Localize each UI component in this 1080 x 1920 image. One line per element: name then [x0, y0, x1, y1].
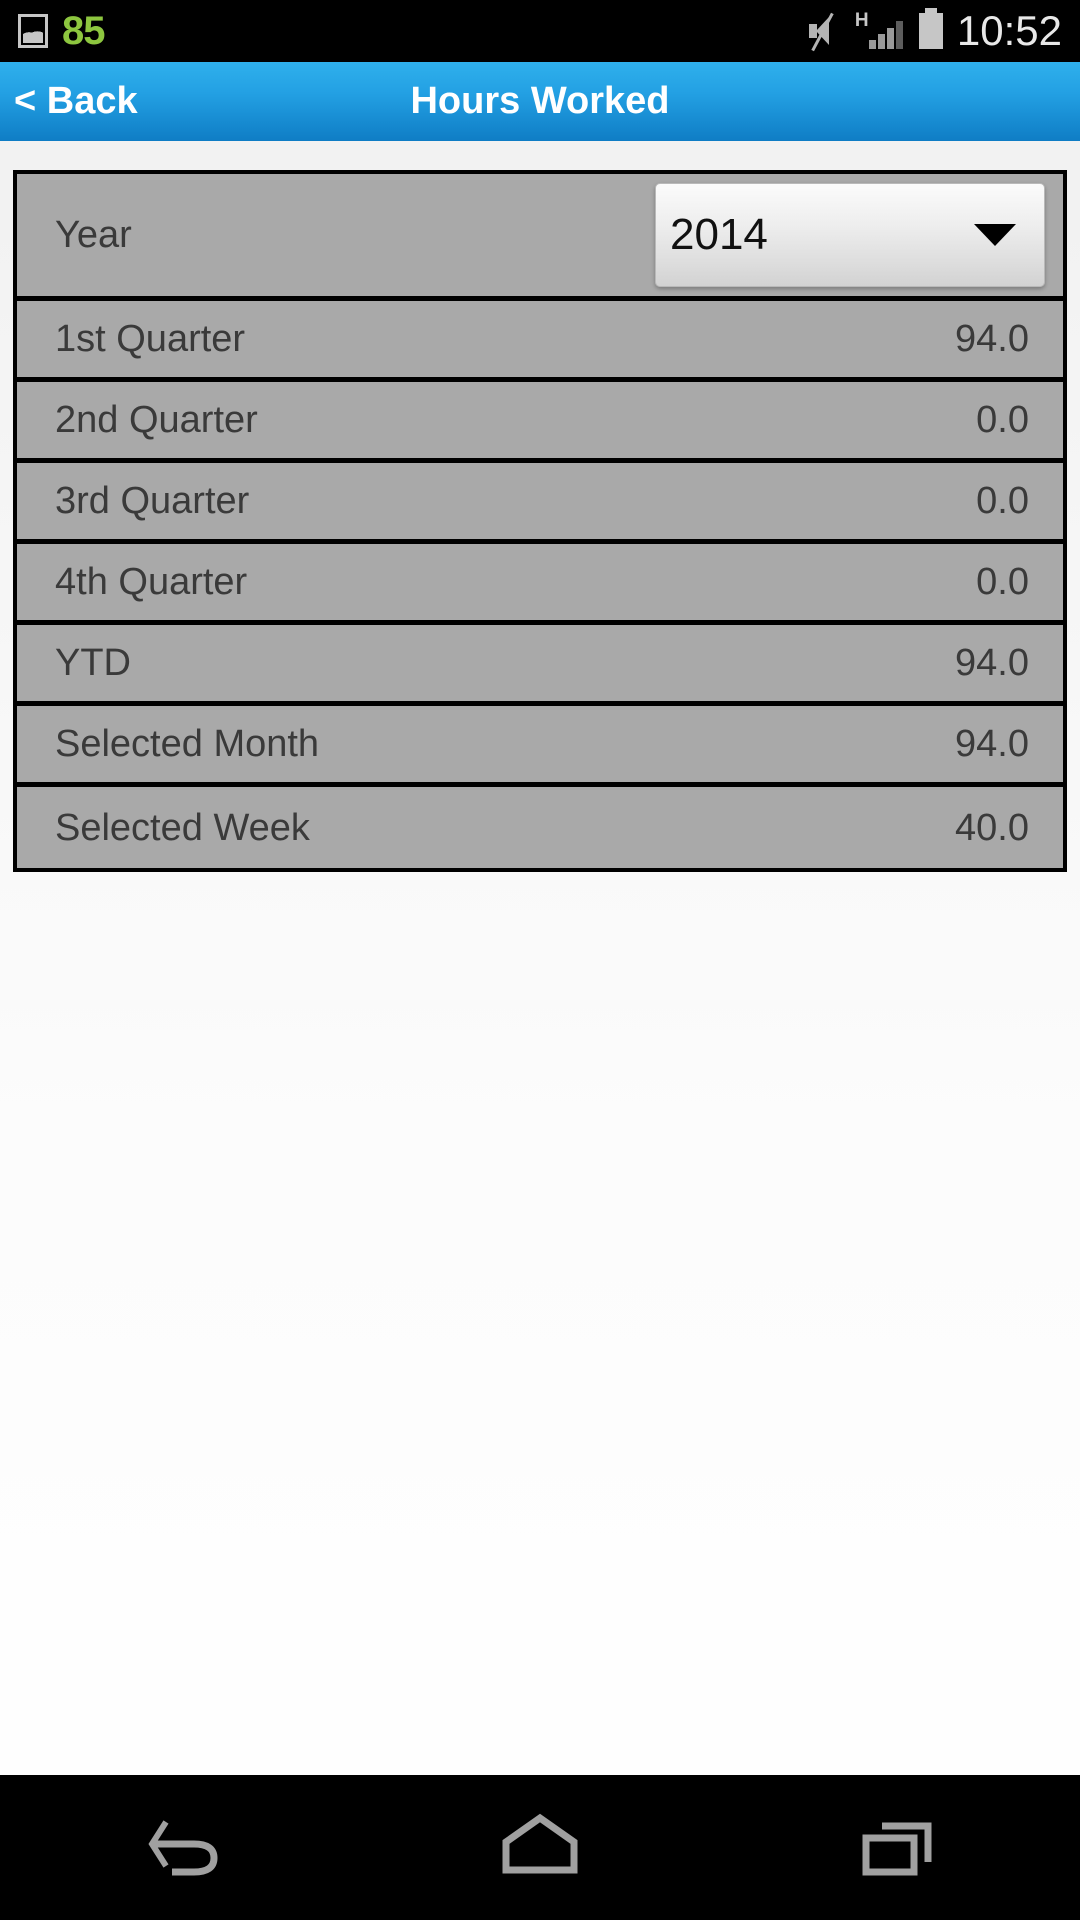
year-select-value: 2014: [670, 210, 768, 259]
row-value: 0.0: [976, 399, 1029, 441]
table-row[interactable]: Selected Week 40.0: [17, 787, 1063, 868]
signal-bar-group: [868, 21, 903, 49]
signal-type-label: H: [854, 10, 869, 31]
status-bar: 85 H 10:52: [0, 0, 1080, 62]
row-label: YTD: [55, 642, 131, 684]
phone-screen: 85 H 10:52 < Back Hours Worked Year 2014…: [0, 0, 1080, 1920]
hours-worked-list: Year 2014 1st Quarter 94.0 2nd Quarter 0.0 3…: [13, 170, 1067, 872]
notification-count: 85: [62, 9, 105, 53]
data-rows-container: 1st Quarter 94.0 2nd Quarter 0.0 3rd Quarter…: [17, 301, 1063, 868]
row-label: Selected Week: [55, 806, 310, 849]
recent-apps-icon: [852, 1808, 948, 1888]
row-label: 3rd Quarter: [55, 480, 250, 522]
table-row[interactable]: 1st Quarter 94.0: [17, 301, 1063, 382]
row-value: 40.0: [955, 806, 1029, 849]
year-label: Year: [55, 214, 132, 256]
row-value: 0.0: [976, 561, 1029, 603]
nav-recents-button[interactable]: [800, 1775, 1000, 1920]
row-value: 94.0: [955, 642, 1029, 684]
nav-back-button[interactable]: [80, 1775, 280, 1920]
signal-bars-icon: H: [854, 10, 903, 49]
table-row[interactable]: 4th Quarter 0.0: [17, 544, 1063, 625]
row-label: 2nd Quarter: [55, 399, 258, 441]
table-row[interactable]: 3rd Quarter 0.0: [17, 463, 1063, 544]
back-arrow-icon: [132, 1808, 228, 1888]
table-row[interactable]: Selected Month 94.0: [17, 706, 1063, 787]
clock-time: 10:52: [956, 7, 1062, 54]
year-row: Year 2014: [17, 174, 1063, 301]
back-button[interactable]: < Back: [14, 80, 138, 123]
row-value: 94.0: [955, 723, 1029, 765]
row-label: 4th Quarter: [55, 561, 248, 603]
android-navigation-bar: [0, 1775, 1080, 1920]
row-value: 0.0: [976, 480, 1029, 522]
photo-icon: [18, 14, 48, 48]
app-header: < Back Hours Worked: [0, 62, 1080, 141]
table-row[interactable]: 2nd Quarter 0.0: [17, 382, 1063, 463]
page-title: Hours Worked: [410, 80, 670, 122]
row-label: 1st Quarter: [55, 318, 246, 360]
row-value: 94.0: [955, 318, 1029, 360]
nav-home-button[interactable]: [440, 1775, 640, 1920]
year-select[interactable]: 2014: [655, 183, 1045, 287]
table-row[interactable]: YTD 94.0: [17, 625, 1063, 706]
row-label: Selected Month: [55, 723, 320, 765]
chevron-down-icon: [974, 224, 1016, 246]
status-bar-right: H 10:52: [807, 7, 1062, 54]
battery-icon: [918, 8, 943, 49]
home-icon: [492, 1808, 588, 1888]
mute-icon: [807, 12, 841, 52]
status-bar-left: 85: [18, 11, 105, 51]
